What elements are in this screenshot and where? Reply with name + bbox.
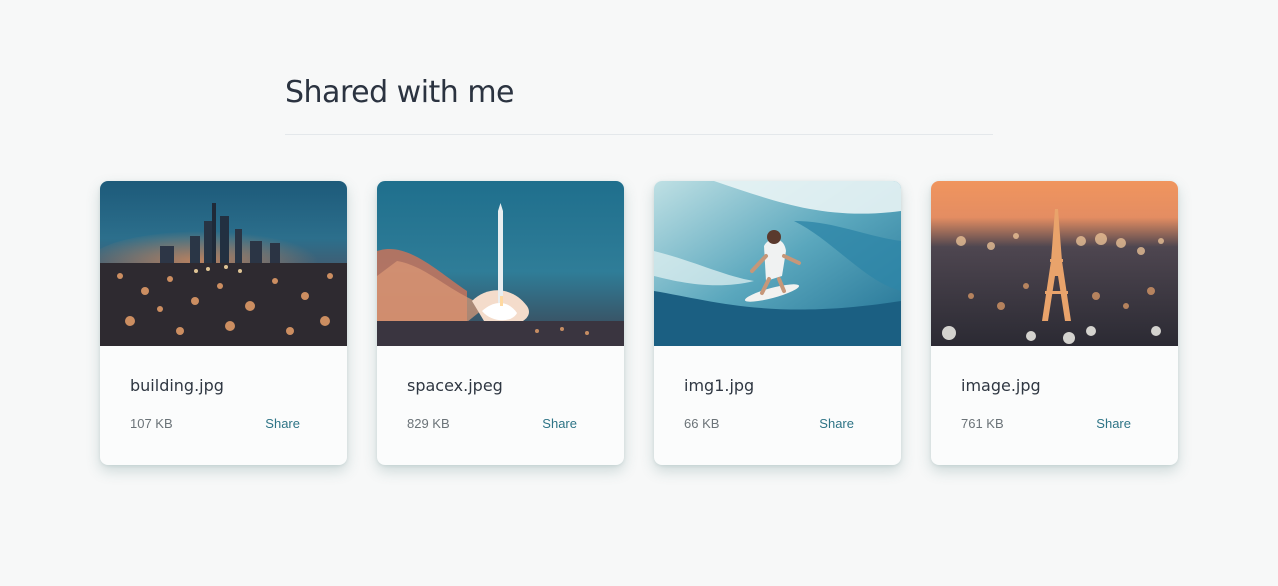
header: Shared with me xyxy=(285,72,993,114)
file-name: img1.jpg xyxy=(684,376,755,395)
card-body: spacex.jpeg 829 KB Share xyxy=(377,346,624,465)
file-name: image.jpg xyxy=(961,376,1041,395)
surfer-wave-image xyxy=(654,181,901,346)
file-card[interactable]: img1.jpg 66 KB Share xyxy=(654,181,901,465)
rocket-launch-image xyxy=(377,181,624,346)
file-card[interactable]: image.jpg 761 KB Share xyxy=(931,181,1178,465)
share-link[interactable]: Share xyxy=(1096,416,1131,431)
file-card[interactable]: spacex.jpeg 829 KB Share xyxy=(377,181,624,465)
header-divider xyxy=(285,134,993,135)
card-body: img1.jpg 66 KB Share xyxy=(654,346,901,465)
file-size: 66 KB xyxy=(684,416,720,431)
page-title: Shared with me xyxy=(285,75,515,110)
city-skyline-night-image xyxy=(100,181,347,346)
share-link[interactable]: Share xyxy=(265,416,300,431)
page: Shared with me building.jpg 107 KB Share… xyxy=(0,0,1278,586)
file-name: building.jpg xyxy=(130,376,224,395)
file-name: spacex.jpeg xyxy=(407,376,503,395)
file-card[interactable]: building.jpg 107 KB Share xyxy=(100,181,347,465)
card-body: image.jpg 761 KB Share xyxy=(931,346,1178,465)
file-size: 761 KB xyxy=(961,416,1004,431)
eiffel-tower-night-image xyxy=(931,181,1178,346)
file-size: 829 KB xyxy=(407,416,450,431)
file-size: 107 KB xyxy=(130,416,173,431)
share-link[interactable]: Share xyxy=(542,416,577,431)
card-body: building.jpg 107 KB Share xyxy=(100,346,347,465)
share-link[interactable]: Share xyxy=(819,416,854,431)
